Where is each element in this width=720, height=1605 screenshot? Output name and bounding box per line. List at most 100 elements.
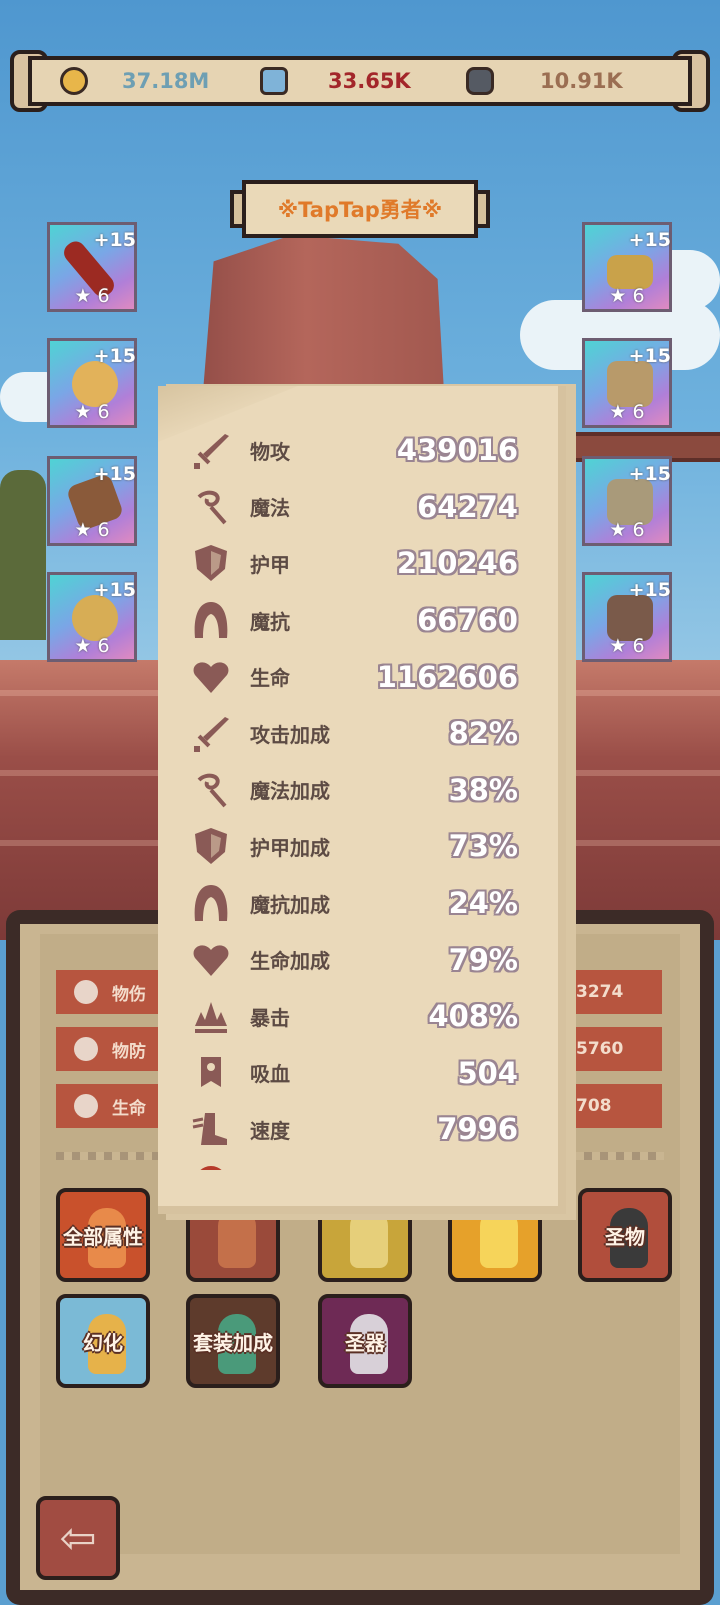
panel-stat-physical-damage: 物伤 (56, 970, 166, 1014)
resource-value: 37.18M (122, 69, 210, 93)
equip-slot-helmet[interactable]: +15 ★ 6 (582, 222, 672, 312)
equip-slot-gloves[interactable]: +15 ★ 6 (582, 456, 672, 546)
equip-slot-weapon[interactable]: +15 ★ 6 (47, 222, 137, 312)
magic-icon (188, 770, 234, 810)
star-rating: ★ 6 (609, 285, 645, 307)
stat-label: 物防 (112, 1041, 146, 1062)
equip-slot-ring[interactable]: +15 ★ 6 (47, 338, 137, 428)
enhance-level: +15 (628, 579, 671, 601)
resource-coin: 37.18M (60, 56, 209, 106)
resource-crystal: 33.65K (260, 56, 411, 106)
attribute-value: 82% (448, 716, 518, 751)
equip-slot-armor[interactable]: +15 ★ 6 (582, 338, 672, 428)
button-label: 幻化 (83, 1330, 123, 1355)
panel-stat-value: 5760 (566, 1027, 662, 1071)
attribute-row-magic-resist: 魔抗 66760 (188, 592, 540, 649)
attribute-list[interactable]: 物攻 439016 魔法 64274 护甲 210246 魔抗 66760 生命… (188, 422, 540, 1170)
attribute-row-armor: 护甲 210246 (188, 535, 540, 592)
magic-icon (188, 487, 234, 527)
resource-bar: 37.18M 33.65K 10.91K (10, 50, 710, 112)
attribute-value: 1162606 (376, 659, 518, 694)
button-label: 圣物 (605, 1224, 645, 1249)
star-rating: ★ 6 (609, 519, 645, 541)
hood-icon (188, 883, 234, 923)
banner-body: ※TapTap勇者※ (242, 180, 478, 238)
star-rating: ★ 6 (74, 285, 110, 307)
resource-value: 10.91K (540, 69, 623, 93)
enhance-level: +15 (628, 345, 671, 367)
panel-stat-value: 3274 (566, 970, 662, 1014)
attribute-row-armor-bonus: 护甲加成 73% (188, 818, 540, 875)
button-label: 全部属性 (63, 1224, 143, 1249)
shield-icon (188, 826, 234, 866)
button-label: 套装加成 (193, 1330, 273, 1355)
attribute-value: 66760 (417, 603, 518, 638)
enhance-level: +15 (93, 229, 136, 251)
resource-rune: 10.91K (466, 56, 623, 106)
attribute-row-magic-resist-bonus: 魔抗加成 24% (188, 875, 540, 932)
shield-icon (74, 1037, 98, 1061)
speed-boot-icon (188, 1109, 234, 1149)
stat-label: 生命 (112, 1098, 146, 1119)
attribute-row-health-bonus: 生命加成 79% (188, 931, 540, 988)
enhance-level: +15 (628, 463, 671, 485)
set-bonus-button[interactable]: 套装加成 (186, 1294, 280, 1388)
attribute-value: 64274 (417, 489, 518, 524)
attribute-name: 攻击加成 (250, 722, 330, 747)
crown-item-icon (607, 255, 653, 289)
back-button[interactable]: ⇦ (36, 1496, 120, 1580)
attribute-name: 护甲 (250, 552, 290, 577)
attribute-name: 吸血 (250, 1062, 290, 1087)
attribute-row-speed: 速度 7996 (188, 1101, 540, 1158)
stat-value: 5760 (576, 1039, 624, 1059)
crit-icon (188, 996, 234, 1036)
heart-icon (188, 940, 234, 980)
resource-value: 33.65K (328, 69, 411, 93)
hood-icon (188, 600, 234, 640)
coin-icon (60, 67, 88, 95)
equip-slot-boots[interactable]: +15 ★ 6 (582, 572, 672, 662)
attribute-value: 79% (448, 942, 518, 977)
attribute-value: 7996 (437, 1112, 518, 1147)
attribute-value: 24% (448, 886, 518, 921)
all-attributes-button[interactable]: 全部属性 (56, 1188, 150, 1282)
stat-value: 3274 (576, 982, 624, 1002)
enhance-level: +15 (628, 229, 671, 251)
attribute-value: 38% (448, 772, 518, 807)
star-rating: ★ 6 (74, 519, 110, 541)
attribute-popup[interactable]: 物攻 439016 魔法 64274 护甲 210246 魔抗 66760 生命… (158, 386, 566, 1214)
star-rating: ★ 6 (609, 635, 645, 657)
panel-stat-health: 生命 (56, 1084, 166, 1128)
attribute-row-lifesteal: 吸血 504 (188, 1045, 540, 1102)
attribute-name: 魔抗 (250, 609, 290, 634)
enhance-level: +15 (93, 579, 136, 601)
attribute-row-magic-bonus: 魔法加成 38% (188, 762, 540, 819)
panel-stat-physical-defense: 物防 (56, 1027, 166, 1071)
sword-icon (74, 980, 98, 1004)
sword-icon (188, 713, 234, 753)
partial-attribute-icon (188, 1158, 234, 1170)
heart-icon (188, 657, 234, 697)
attribute-name: 速度 (250, 1118, 290, 1143)
equip-slot-necklace[interactable]: +15 ★ 6 (47, 456, 137, 546)
attribute-value: 504 (457, 1055, 518, 1090)
button-label: 圣器 (345, 1330, 385, 1355)
star-rating: ★ 6 (609, 401, 645, 423)
attribute-value: 408% (428, 999, 518, 1034)
star-rating: ★ 6 (74, 635, 110, 657)
relic-button[interactable]: 圣物 (578, 1188, 672, 1282)
star-rating: ★ 6 (74, 401, 110, 423)
heart-icon (74, 1094, 98, 1118)
equip-slot-earring[interactable]: +15 ★ 6 (47, 572, 137, 662)
enhance-level: +15 (93, 463, 136, 485)
transform-button[interactable]: 幻化 (56, 1294, 150, 1388)
holy-artifact-button[interactable]: 圣器 (318, 1294, 412, 1388)
attribute-name: 护甲加成 (250, 835, 330, 860)
attribute-row-magic: 魔法 64274 (188, 479, 540, 536)
attribute-row-health: 生命 1162606 (188, 648, 540, 705)
back-arrow-icon: ⇦ (59, 1512, 97, 1564)
attribute-name: 魔法加成 (250, 779, 330, 804)
attribute-name: 物攻 (250, 439, 290, 464)
attribute-name: 魔法 (250, 496, 290, 521)
attribute-value: 439016 (396, 433, 518, 468)
